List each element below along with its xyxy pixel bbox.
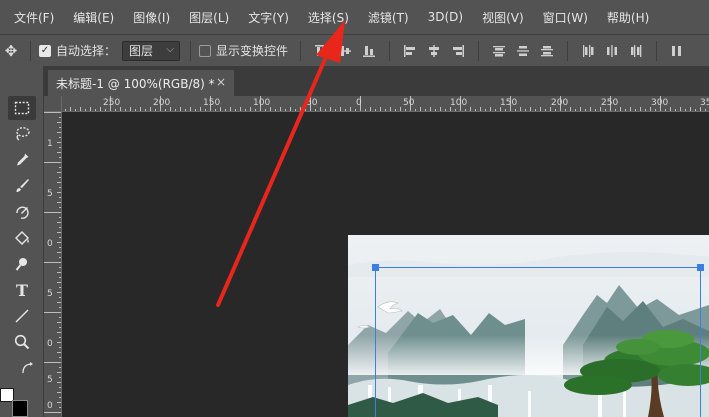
ruler-label: 250	[103, 98, 121, 108]
ruler-label: 0	[356, 98, 362, 108]
divider	[190, 40, 192, 61]
menu-select[interactable]: 选择(S)	[304, 7, 353, 28]
auto-align-layers-icon[interactable]	[665, 41, 689, 61]
ruler-label: 200	[153, 98, 171, 108]
distribute-vertical-centers-icon[interactable]	[511, 41, 535, 61]
divider	[300, 40, 302, 61]
mountain-landscape-picture	[348, 235, 709, 417]
ruler-origin[interactable]	[44, 96, 62, 112]
menu-bar: 文件(F) 编辑(E) 图像(I) 图层(L) 文字(Y) 选择(S) 滤镜(T…	[0, 0, 709, 34]
eyedropper-tool-icon[interactable]	[8, 148, 36, 172]
document-tab-strip: 未标题-1 @ 100%(RGB/8) * ×	[44, 66, 709, 96]
vertical-ruler-ticks	[44, 112, 61, 413]
menu-view[interactable]: 视图(V)	[478, 7, 528, 28]
document-tab[interactable]: 未标题-1 @ 100%(RGB/8) * ×	[48, 70, 234, 96]
ruler-label: 200	[551, 98, 569, 108]
background-color-swatch[interactable]	[12, 400, 28, 417]
align-bottom-edges-icon[interactable]	[357, 41, 381, 61]
line-tool-icon[interactable]	[8, 304, 36, 328]
transform-handle-top-left	[372, 264, 379, 271]
align-horizontal-centers-icon[interactable]	[422, 41, 446, 61]
auto-select-target-dropdown[interactable]: 图层 ⌵	[122, 40, 181, 61]
distribute-top-edges-icon[interactable]	[487, 41, 511, 61]
distribute-right-edges-icon[interactable]	[624, 41, 648, 61]
transform-handle-top-right	[697, 264, 704, 271]
show-transform-checkbox[interactable]	[199, 44, 212, 57]
distribute-horizontal-centers-icon[interactable]	[600, 41, 624, 61]
align-buttons	[309, 40, 689, 61]
distribute-left-edges-icon[interactable]	[576, 41, 600, 61]
canvas-area[interactable]	[62, 112, 709, 417]
ruler-label: 1	[47, 139, 53, 149]
divider	[30, 40, 31, 61]
auto-select-label: 自动选择：	[56, 44, 117, 58]
horizontal-ruler[interactable]: 250 200 150 100 50 0 50 100 150 200 250 …	[62, 96, 709, 112]
chevron-down-icon: ⌵	[166, 43, 175, 55]
divider	[567, 40, 569, 61]
distribute-bottom-edges-icon[interactable]	[535, 41, 559, 61]
close-tab-icon[interactable]: ×	[216, 75, 226, 89]
type-tool-letter: T	[16, 280, 28, 300]
document-tab-title: 未标题-1 @ 100%(RGB/8) *	[56, 76, 215, 91]
zoom-tool-icon[interactable]	[8, 330, 36, 354]
ruler-label: 100	[253, 98, 271, 108]
ruler-label: 150	[500, 98, 518, 108]
divider	[478, 40, 480, 61]
menu-help[interactable]: 帮助(H)	[603, 7, 653, 28]
ruler-label: 100	[450, 98, 468, 108]
align-left-edges-icon[interactable]	[398, 41, 422, 61]
divider	[656, 40, 658, 61]
menu-layer[interactable]: 图层(L)	[185, 7, 233, 28]
paint-bucket-tool-icon[interactable]	[8, 226, 36, 250]
ruler-label: 150	[203, 98, 221, 108]
ruler-label: 50	[403, 98, 415, 108]
ruler-label: 0	[47, 401, 53, 411]
ruler-label: 5	[47, 375, 53, 385]
ruler-label: 50	[306, 98, 318, 108]
align-right-edges-icon[interactable]	[446, 41, 470, 61]
auto-select-target-value: 图层	[129, 44, 154, 58]
ruler-label: 5	[47, 189, 53, 199]
ruler-label: 250	[601, 98, 619, 108]
tools-panel: T	[0, 66, 44, 417]
show-transform-label: 显示变换控件	[216, 44, 289, 58]
vertical-ruler[interactable]: 1 5 0 5 0 5 0	[44, 112, 62, 417]
lasso-tool-icon[interactable]	[8, 122, 36, 146]
menu-3d[interactable]: 3D(D)	[424, 8, 467, 26]
ruler-label: 0	[47, 339, 53, 349]
history-brush-tool-icon[interactable]	[8, 200, 36, 224]
type-tool-icon[interactable]: T	[8, 278, 36, 302]
align-vertical-centers-icon[interactable]	[333, 41, 357, 61]
menu-window[interactable]: 窗口(W)	[539, 7, 592, 28]
auto-select-checkbox[interactable]: ✓	[39, 44, 51, 57]
landscape-image[interactable]	[348, 235, 709, 417]
divider	[389, 40, 391, 61]
menu-image[interactable]: 图像(I)	[129, 7, 174, 28]
brush-tool-icon[interactable]	[8, 174, 36, 198]
align-top-edges-icon[interactable]	[309, 41, 333, 61]
ruler-label: 350	[700, 98, 709, 108]
swap-colors-icon[interactable]	[18, 358, 38, 378]
options-bar: ✥ ✓ 自动选择： 图层 ⌵ 显示变换控件	[0, 34, 709, 66]
menu-file[interactable]: 文件(F)	[10, 7, 58, 28]
ruler-label: 300	[651, 98, 669, 108]
ruler-label: 5	[47, 289, 53, 299]
dodge-tool-icon[interactable]	[8, 252, 36, 276]
move-tool-icon[interactable]: ✥	[0, 42, 22, 60]
menu-edit[interactable]: 编辑(E)	[69, 7, 118, 28]
menu-filter[interactable]: 滤镜(T)	[364, 7, 413, 28]
ruler-label: 0	[47, 239, 53, 249]
rectangular-marquee-tool-icon[interactable]	[8, 96, 36, 120]
menu-type[interactable]: 文字(Y)	[244, 7, 293, 28]
